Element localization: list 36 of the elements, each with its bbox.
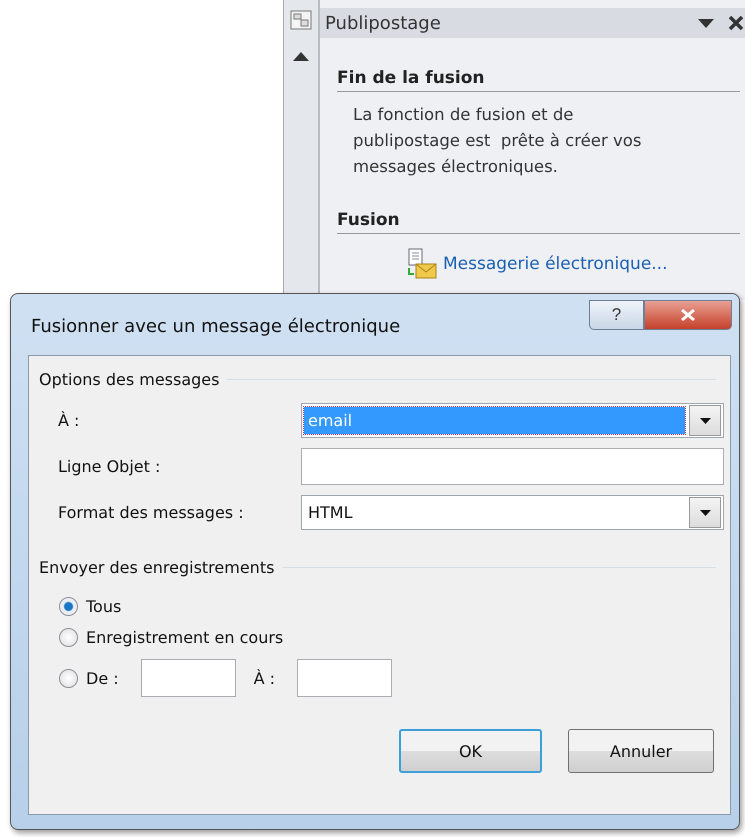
radio-button[interactable] [59, 628, 78, 647]
dropdown-icon[interactable] [698, 18, 714, 28]
dropdown-value: email [304, 407, 685, 434]
option-label: À : [254, 668, 276, 688]
option-label: Tous [86, 597, 122, 616]
input-field[interactable] [140, 659, 236, 697]
scroll-up-icon[interactable] [293, 52, 309, 61]
mail-merge-link[interactable]: Messagerie électronique... [443, 254, 668, 274]
option-label: Enregistrement en cours [86, 628, 284, 647]
pane-icon[interactable] [290, 10, 312, 30]
window-title: Fusionner avec un message électronique [31, 316, 402, 337]
dropdown-value: HTML [307, 502, 354, 524]
radio-button[interactable] [59, 597, 78, 616]
option-label: De : [86, 668, 119, 688]
caret-icon [700, 510, 710, 516]
group-label: Envoyer des enregistrements [39, 558, 274, 577]
close-button[interactable] [644, 300, 732, 330]
close-icon[interactable] [728, 15, 744, 31]
caret-icon [700, 418, 710, 424]
help-button[interactable]: ? [589, 300, 644, 330]
dialog-button[interactable]: OK [399, 729, 542, 773]
field-label: Format des messages : [58, 503, 245, 522]
pane-title: Publipostage [325, 12, 442, 34]
close-icon [680, 308, 696, 322]
input-field[interactable] [297, 659, 392, 697]
radio-button[interactable] [59, 668, 78, 688]
group-label: Options des messages [39, 370, 220, 389]
pane-text: La fonction de fusion et de publipostage est prête à créer vos messages électroniques. [353, 104, 642, 178]
section-heading: Fusion [337, 210, 740, 234]
document-envelope-icon [407, 248, 437, 280]
section-heading: Fin de la fusion [337, 68, 740, 92]
dialog-button[interactable]: Annuler [568, 729, 714, 773]
field-label: À : [58, 411, 80, 430]
field-label: Ligne Objet : [58, 457, 162, 476]
dropdown[interactable]: HTML [301, 495, 724, 530]
input-field[interactable] [301, 448, 724, 485]
